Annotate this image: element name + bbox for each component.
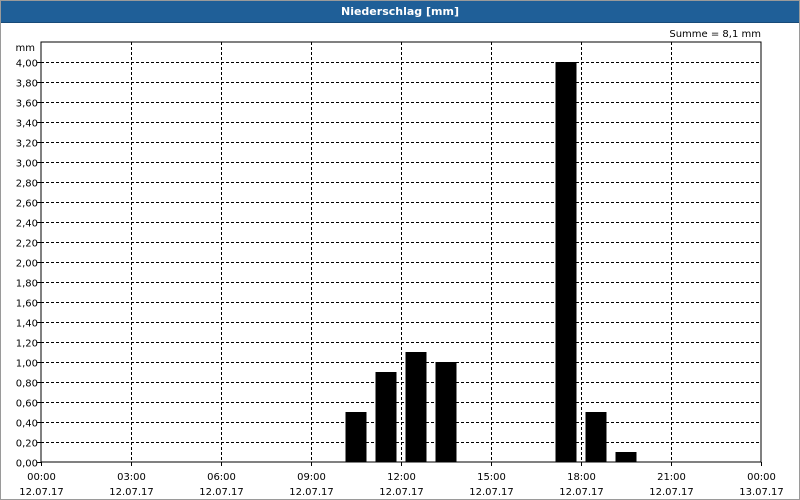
x-tick-time-label: 09:00: [297, 472, 326, 483]
sum-label: Summe = 8,1 mm: [669, 29, 761, 40]
precipitation-bar: [375, 372, 397, 462]
x-tick-date-label: 12.07.17: [559, 487, 604, 498]
precipitation-chart: mm Summe = 8,1 mm 0,00 0,20 0,40 0,60 0,80 1,…: [16, 29, 784, 498]
y-tick-label: 0,80: [16, 379, 38, 390]
title-bar: Niederschlag [mm]: [1, 1, 799, 23]
x-tick-time-label: 00:00: [27, 472, 56, 483]
y-tick-label: 0,60: [16, 399, 38, 410]
precipitation-bar: [585, 412, 607, 462]
y-tick-label: 1,60: [16, 299, 38, 310]
y-tick-label: 3,60: [16, 99, 38, 110]
window-title: Niederschlag [mm]: [341, 5, 459, 18]
y-tick-label: 3,80: [16, 79, 38, 90]
y-tick-label: 3,40: [16, 119, 38, 130]
y-tick-label: 1,40: [16, 319, 38, 330]
y-axis-unit-label: mm: [16, 43, 35, 54]
x-tick-date-label: 12.07.17: [19, 487, 64, 498]
y-tick-label: 1,00: [16, 359, 38, 370]
x-tick-time-label: 03:00: [117, 472, 146, 483]
x-axis-ticks: 00:00 12.07.17 03:00 12.07.17 06:00 12.07.17 0…: [19, 462, 784, 498]
x-tick-time-label: 18:00: [567, 472, 596, 483]
precipitation-bar: [345, 412, 367, 462]
y-tick-label: 0,40: [16, 419, 38, 430]
x-tick-time-label: 06:00: [207, 472, 236, 483]
y-tick-label: 1,20: [16, 339, 38, 350]
precipitation-bar: [435, 362, 457, 462]
y-tick-label: 4,00: [16, 59, 38, 70]
y-tick-label: 2,60: [16, 199, 38, 210]
x-tick-date-label: 12.07.17: [289, 487, 334, 498]
chart-window: Niederschlag [mm] mm Summe = 8,1 mm 0,00…: [0, 0, 800, 500]
x-tick-date-label: 12.07.17: [379, 487, 424, 498]
y-tick-label: 3,00: [16, 159, 38, 170]
x-tick-date-label: 12.07.17: [649, 487, 694, 498]
y-tick-label: 3,20: [16, 139, 38, 150]
y-tick-label: 2,80: [16, 179, 38, 190]
y-tick-label: 0,00: [16, 459, 38, 470]
y-tick-label: 2,00: [16, 259, 38, 270]
x-tick-date-label: 12.07.17: [109, 487, 154, 498]
x-tick-date-label: 13.07.17: [739, 487, 784, 498]
y-tick-label: 2,20: [16, 239, 38, 250]
y-tick-label: 1,80: [16, 279, 38, 290]
x-tick-time-label: 21:00: [657, 472, 686, 483]
x-tick-date-label: 12.07.17: [469, 487, 514, 498]
x-tick-time-label: 00:00: [747, 472, 776, 483]
y-tick-label: 2,40: [16, 219, 38, 230]
y-axis-ticks: 0,00 0,20 0,40 0,60 0,80 1,00 1,20 1,40 1,60 1,80…: [16, 59, 41, 470]
x-tick-date-label: 12.07.17: [199, 487, 244, 498]
grid-lines: [41, 42, 761, 462]
precipitation-bar: [555, 62, 577, 462]
precipitation-bar: [405, 352, 427, 462]
x-tick-time-label: 12:00: [387, 472, 416, 483]
precipitation-bar: [615, 452, 637, 462]
y-tick-label: 0,20: [16, 439, 38, 450]
x-tick-time-label: 15:00: [477, 472, 506, 483]
